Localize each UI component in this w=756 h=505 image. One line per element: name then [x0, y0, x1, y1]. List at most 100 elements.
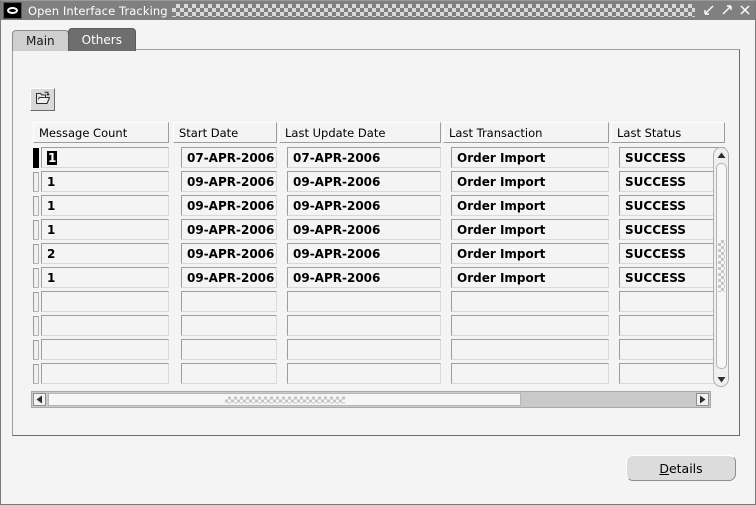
horizontal-scrollbar[interactable]: [31, 391, 711, 408]
triangle-down-icon[interactable]: [715, 373, 727, 385]
dotted-grip: [224, 396, 345, 403]
table-cell[interactable]: 09-APR-2006: [287, 219, 441, 240]
table-cell[interactable]: SUCCESS: [619, 195, 725, 216]
table-cell[interactable]: 09-APR-2006: [181, 267, 277, 288]
row-selector[interactable]: [33, 340, 39, 360]
table-cell[interactable]: [181, 291, 277, 312]
row-selector[interactable]: [33, 196, 39, 216]
table-cell[interactable]: [41, 339, 169, 360]
table-row[interactable]: 2 09-APR-2006 09-APR-2006 Order Import SUCCE…: [33, 242, 725, 266]
table-cell[interactable]: [181, 363, 277, 384]
details-button[interactable]: Details: [626, 455, 736, 481]
open-folder-button[interactable]: [30, 88, 55, 111]
table-cell[interactable]: 09-APR-2006: [181, 171, 277, 192]
table-cell[interactable]: SUCCESS: [619, 219, 725, 240]
table-cell[interactable]: [181, 339, 277, 360]
table-cell[interactable]: 1: [41, 267, 169, 288]
table-cell[interactable]: Order Import: [451, 267, 609, 288]
close-icon[interactable]: [737, 3, 753, 18]
table-cell[interactable]: [41, 363, 169, 384]
row-selector[interactable]: [33, 172, 39, 192]
table-cell[interactable]: SUCCESS: [619, 147, 725, 168]
records-grid: Message Count Start Date Last Update Date L…: [33, 122, 725, 405]
table-row[interactable]: [33, 362, 725, 386]
table-cell[interactable]: [287, 315, 441, 336]
details-button-accesskey: D: [659, 460, 669, 476]
table-cell[interactable]: [451, 363, 609, 384]
table-cell[interactable]: Order Import: [451, 147, 609, 168]
column-header[interactable]: Message Count: [33, 122, 169, 143]
table-cell[interactable]: 09-APR-2006: [287, 267, 441, 288]
triangle-up-icon[interactable]: [715, 149, 727, 161]
maximize-icon[interactable]: [719, 3, 735, 18]
table-cell[interactable]: [41, 315, 169, 336]
row-selector[interactable]: [33, 364, 39, 384]
tab-others[interactable]: Others: [67, 28, 136, 51]
triangle-left-icon[interactable]: [33, 393, 46, 406]
table-cell[interactable]: [451, 339, 609, 360]
table-row[interactable]: 1 09-APR-2006 09-APR-2006 Order Import SUCCE…: [33, 266, 725, 290]
table-cell[interactable]: 09-APR-2006: [287, 171, 441, 192]
table-cell[interactable]: 07-APR-2006: [287, 147, 441, 168]
table-cell[interactable]: [41, 291, 169, 312]
column-header[interactable]: Start Date: [173, 122, 277, 143]
table-row[interactable]: 1 09-APR-2006 09-APR-2006 Order Import SUCCE…: [33, 218, 725, 242]
row-selector[interactable]: [33, 268, 39, 288]
row-selector[interactable]: [33, 316, 39, 336]
minimize-icon[interactable]: [701, 3, 717, 18]
table-cell[interactable]: 09-APR-2006: [181, 219, 277, 240]
table-cell[interactable]: [451, 315, 609, 336]
table-cell[interactable]: 07-APR-2006: [181, 147, 277, 168]
column-header[interactable]: Last Status: [611, 122, 725, 143]
row-selector[interactable]: [33, 292, 39, 312]
table-cell[interactable]: [287, 291, 441, 312]
horizontal-scrollbar-thumb[interactable]: [48, 393, 521, 406]
triangle-right-icon[interactable]: [696, 393, 709, 406]
column-header[interactable]: Last Update Date: [279, 122, 441, 143]
oval-system-icon[interactable]: [3, 2, 22, 19]
table-cell[interactable]: SUCCESS: [619, 171, 725, 192]
table-cell[interactable]: Order Import: [451, 195, 609, 216]
row-selector[interactable]: [33, 244, 39, 264]
table-cell[interactable]: Order Import: [451, 243, 609, 264]
tab-main-label: Main: [26, 34, 55, 48]
table-cell[interactable]: Order Import: [451, 171, 609, 192]
table-cell[interactable]: 1: [41, 171, 169, 192]
grid-body: 1 07-APR-2006 07-APR-2006 Order Import SUCCE…: [33, 146, 725, 391]
vertical-scrollbar[interactable]: [713, 147, 729, 387]
table-cell[interactable]: [619, 339, 725, 360]
table-cell[interactable]: 09-APR-2006: [287, 243, 441, 264]
column-header[interactable]: Last Transaction: [443, 122, 609, 143]
table-cell[interactable]: [619, 315, 725, 336]
table-cell[interactable]: Order Import: [451, 219, 609, 240]
table-cell[interactable]: [287, 339, 441, 360]
table-cell[interactable]: [451, 291, 609, 312]
window-title: Open Interface Tracking: [28, 3, 168, 18]
table-cell[interactable]: 09-APR-2006: [287, 195, 441, 216]
dotted-grip: [718, 240, 725, 292]
table-cell[interactable]: SUCCESS: [619, 243, 725, 264]
row-selector[interactable]: [33, 220, 39, 240]
table-cell[interactable]: 1: [41, 195, 169, 216]
row-selector[interactable]: [33, 148, 39, 168]
table-row[interactable]: 1 09-APR-2006 09-APR-2006 Order Import SUCCE…: [33, 194, 725, 218]
table-cell[interactable]: 09-APR-2006: [181, 243, 277, 264]
table-row[interactable]: [33, 338, 725, 362]
table-cell[interactable]: [619, 291, 725, 312]
table-cell[interactable]: 1: [41, 219, 169, 240]
vertical-scrollbar-thumb[interactable]: [716, 163, 727, 369]
table-cell[interactable]: 2: [41, 243, 169, 264]
table-row[interactable]: 1 09-APR-2006 09-APR-2006 Order Import SUCCE…: [33, 170, 725, 194]
tab-main[interactable]: Main: [12, 30, 69, 51]
table-row[interactable]: 1 07-APR-2006 07-APR-2006 Order Import SUCCE…: [33, 146, 725, 170]
table-cell[interactable]: 09-APR-2006: [181, 195, 277, 216]
table-cell[interactable]: [619, 363, 725, 384]
tab-strip: Main Others: [12, 28, 136, 51]
table-row[interactable]: [33, 290, 725, 314]
table-row[interactable]: [33, 314, 725, 338]
table-cell[interactable]: SUCCESS: [619, 267, 725, 288]
table-cell[interactable]: [287, 363, 441, 384]
details-button-label: etails: [668, 460, 703, 476]
table-cell[interactable]: 1: [41, 147, 169, 168]
table-cell[interactable]: [181, 315, 277, 336]
